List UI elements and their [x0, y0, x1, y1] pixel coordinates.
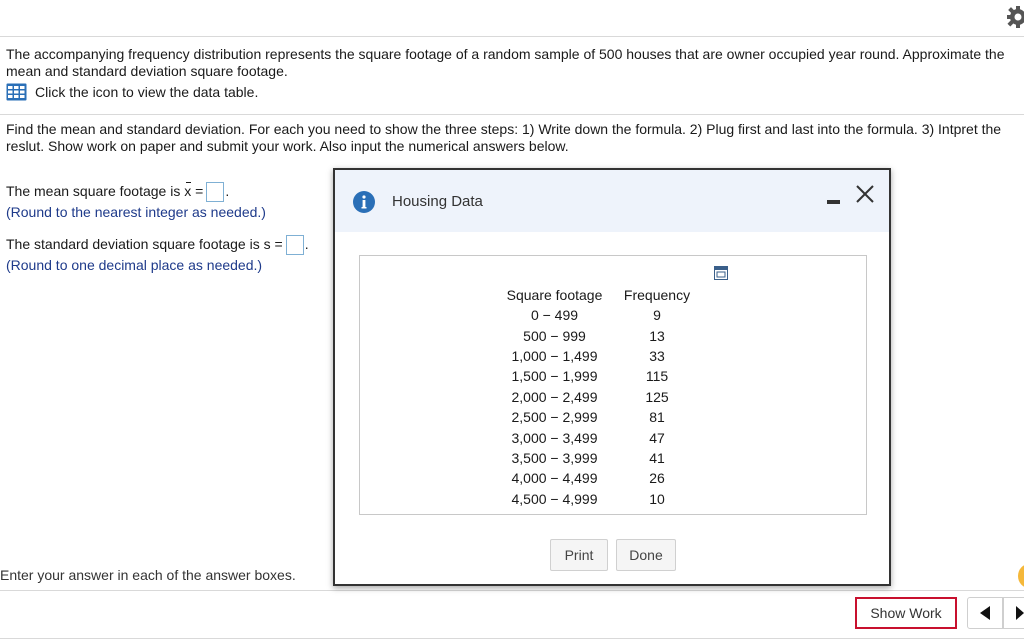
view-data-table-link[interactable]: Click the icon to view the data table.	[6, 83, 258, 101]
housing-data-dialog: Housing Data Square footage Frequency 0 …	[333, 168, 891, 586]
range-cell: 500 − 999	[523, 327, 586, 344]
frequency-cell: 81	[649, 409, 665, 426]
table-row: 4,500 − 4,999 10	[495, 489, 700, 509]
info-icon	[353, 191, 375, 213]
triangle-left-icon	[980, 606, 990, 620]
dialog-header: Housing Data	[335, 170, 889, 232]
data-table-panel: Square footage Frequency 0 − 499 9 500 − …	[359, 255, 867, 515]
sd-rounding-hint: (Round to one decimal place as needed.)	[6, 257, 263, 274]
mean-prompt: The mean square footage is	[6, 183, 185, 199]
table-row: 0 − 499 9	[495, 305, 700, 325]
mean-answer-input[interactable]	[206, 182, 225, 203]
frequency-cell: 26	[649, 470, 665, 487]
dialog-title: Housing Data	[392, 193, 483, 210]
triangle-right-icon	[1016, 606, 1024, 620]
minimize-button[interactable]	[825, 190, 841, 206]
mean-question: The mean square footage is x =. (Round t…	[6, 181, 266, 222]
range-cell: 2,000 − 2,499	[511, 388, 598, 405]
range-cell: 1,000 − 1,499	[511, 347, 598, 364]
problem-statement: The accompanying frequency distribution …	[6, 46, 1005, 79]
frequency-cell: 125	[645, 388, 669, 405]
answer-instructions: Enter your answer in each of the answer …	[0, 567, 296, 583]
frequency-cell: 47	[649, 429, 665, 446]
table-row: 1,000 − 1,499 33	[495, 346, 700, 366]
frequency-cell: 41	[649, 449, 665, 466]
data-table-icon[interactable]	[6, 83, 27, 101]
range-cell: 4,000 − 4,499	[511, 470, 598, 487]
period: .	[304, 236, 309, 252]
divider	[0, 638, 1024, 639]
divider	[0, 114, 1024, 115]
help-badge[interactable]	[1018, 564, 1024, 588]
housing-data-table: Square footage Frequency 0 − 499 9 500 − …	[495, 285, 700, 509]
table-header-row: Square footage Frequency	[495, 285, 700, 305]
range-cell: 2,500 − 2,999	[511, 409, 598, 426]
table-row: 2,000 − 2,499 125	[495, 387, 700, 407]
divider	[0, 590, 1024, 591]
column-header: Square footage	[506, 287, 603, 303]
show-work-button[interactable]: Show Work	[855, 597, 957, 629]
frequency-cell: 33	[649, 347, 665, 364]
previous-button[interactable]	[967, 597, 1003, 629]
table-row: 1,500 − 1,999 115	[495, 366, 700, 386]
sd-question: The standard deviation square footage is…	[6, 234, 309, 275]
top-bar	[0, 0, 1024, 37]
frequency-cell: 10	[649, 490, 665, 507]
range-cell: 3,000 − 3,499	[511, 429, 598, 446]
range-cell: 3,500 − 3,999	[511, 449, 598, 466]
frequency-cell: 115	[645, 368, 669, 385]
table-row: 3,500 − 3,999 41	[495, 448, 700, 468]
x-bar-symbol: x	[184, 182, 192, 199]
range-cell: 0 − 499	[530, 307, 579, 324]
table-link-label: Click the icon to view the data table.	[35, 84, 259, 100]
period: .	[225, 183, 230, 199]
range-cell: 4,500 − 4,999	[511, 490, 598, 507]
frequency-cell: 13	[649, 327, 665, 344]
copy-table-icon[interactable]	[714, 266, 728, 280]
instructions-text: Find the mean and standard deviation. Fo…	[6, 121, 1002, 154]
minimize-icon	[826, 200, 840, 204]
sd-prompt: The standard deviation square footage is…	[6, 236, 283, 252]
range-cell: 1,500 − 1,999	[511, 368, 598, 385]
frequency-cell: 9	[653, 307, 661, 324]
gear-icon[interactable]	[996, 3, 1024, 31]
table-row: 4,000 − 4,499 26	[495, 468, 700, 488]
table-row: 2,500 − 2,999 81	[495, 407, 700, 427]
table-row: 3,000 − 3,499 47	[495, 427, 700, 447]
sd-answer-input[interactable]	[285, 235, 304, 256]
next-button[interactable]	[1003, 597, 1024, 629]
equals-sign: =	[191, 183, 204, 199]
done-button[interactable]: Done	[616, 539, 676, 571]
print-button[interactable]: Print	[550, 539, 608, 571]
mean-rounding-hint: (Round to the nearest integer as needed.…	[6, 204, 266, 221]
table-row: 500 − 999 13	[495, 325, 700, 345]
close-icon[interactable]	[853, 182, 877, 206]
column-header: Frequency	[623, 287, 691, 303]
